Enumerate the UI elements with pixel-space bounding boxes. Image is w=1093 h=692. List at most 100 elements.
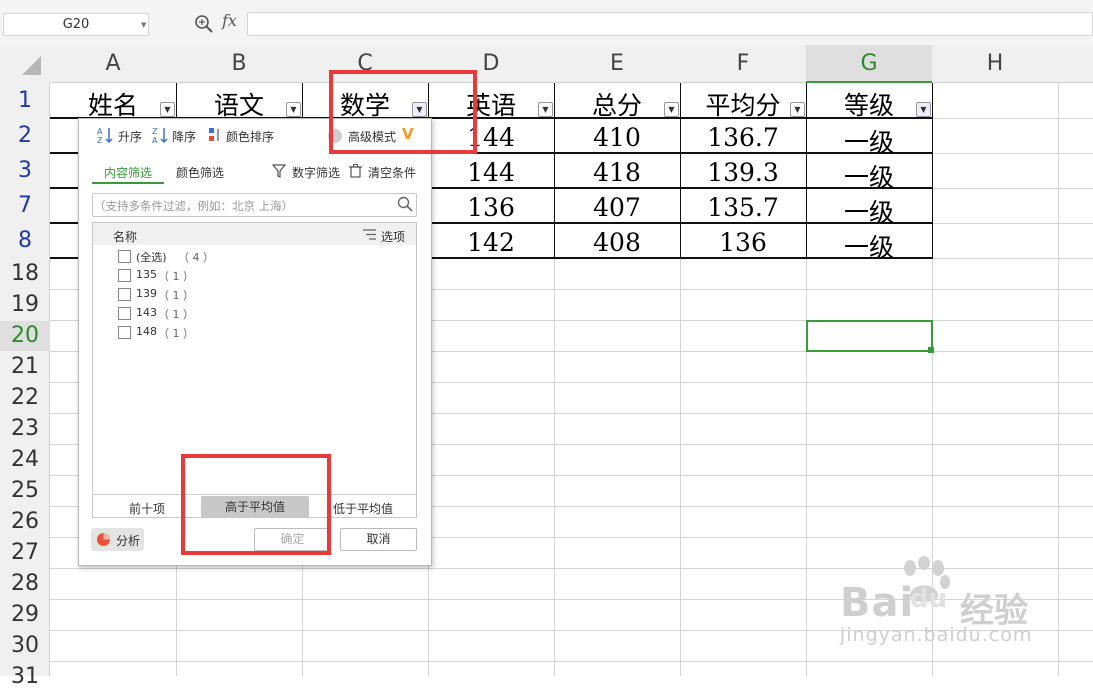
column-header-h[interactable]: H [932, 45, 1058, 83]
list-item-label[interactable]: 143 [136, 306, 157, 319]
list-item-label[interactable]: 148 [136, 325, 157, 338]
list-item-count: （ 1 ） [158, 327, 194, 340]
analyze-label[interactable]: 分析 [116, 532, 140, 549]
fx-icon[interactable]: fx [222, 11, 237, 30]
row-header[interactable]: 29 [0, 600, 50, 630]
formula-input[interactable] [247, 12, 1093, 36]
sort-ascending-button[interactable]: 升序 [118, 128, 142, 145]
header-cell-total[interactable]: 总分 [554, 86, 680, 122]
column-header-g[interactable]: G [806, 45, 932, 83]
table-cell[interactable]: 一级 [806, 193, 932, 229]
checkbox-item[interactable] [118, 269, 131, 282]
pie-chart-icon[interactable] [96, 532, 111, 547]
list-item-count: （ 1 ） [158, 270, 194, 283]
header-cell-average[interactable]: 平均分 [680, 86, 806, 122]
sort-descending-button[interactable]: 降序 [172, 128, 196, 145]
row-header[interactable]: 26 [0, 507, 50, 537]
table-cell[interactable]: 136 [680, 228, 806, 257]
row-header[interactable]: 25 [0, 476, 50, 506]
list-item-count: （ 1 ） [158, 308, 194, 321]
table-cell[interactable]: 一级 [806, 158, 932, 194]
options-icon[interactable] [363, 229, 376, 240]
row-header[interactable]: 23 [0, 414, 50, 444]
list-item-count: （ 1 ） [158, 289, 194, 302]
table-cell[interactable]: 144 [428, 158, 554, 187]
column-header-a[interactable]: A [50, 45, 176, 83]
svg-text:Z: Z [97, 136, 103, 144]
table-cell[interactable]: 408 [554, 228, 680, 257]
filter-dropdown-icon[interactable]: ▼ [664, 102, 679, 117]
checkbox-item[interactable] [118, 288, 131, 301]
row-header[interactable]: 19 [0, 290, 50, 320]
row-header[interactable]: 27 [0, 538, 50, 568]
row-header[interactable]: 2 [0, 119, 50, 153]
search-placeholder: （支持多条件过滤，例如：北京 上海） [94, 199, 294, 213]
filter-dropdown-icon[interactable]: ▼ [790, 102, 805, 117]
header-cell-name[interactable]: 姓名 [50, 86, 176, 122]
active-tab-underline [92, 182, 164, 184]
row-header[interactable]: 31 [0, 662, 50, 692]
name-box[interactable]: G20 [3, 13, 149, 36]
table-cell[interactable]: 136.7 [680, 123, 806, 152]
checkbox-item[interactable] [118, 326, 131, 339]
row-header[interactable]: 22 [0, 383, 50, 413]
table-cell[interactable]: 142 [428, 228, 554, 257]
list-item-label[interactable]: 135 [136, 268, 157, 281]
row-header[interactable]: 28 [0, 569, 50, 599]
column-header-b[interactable]: B [176, 45, 302, 83]
row-header[interactable]: 8 [0, 224, 50, 258]
checkbox-select-all[interactable] [118, 250, 131, 263]
clear-conditions-button[interactable]: 清空条件 [368, 164, 416, 181]
column-header-f[interactable]: F [680, 45, 806, 83]
table-cell[interactable]: 410 [554, 123, 680, 152]
filter-dropdown-icon[interactable]: ▼ [286, 102, 301, 117]
select-all-icon[interactable] [22, 56, 41, 75]
highlight-box-math-filter [329, 70, 477, 154]
number-filter-icon[interactable] [272, 164, 286, 178]
options-button[interactable]: 选项 [381, 228, 405, 245]
sort-ascending-icon[interactable]: A Z [97, 126, 115, 144]
header-cell-grade[interactable]: 等级 [806, 86, 932, 122]
list-item-label[interactable]: (全选) [136, 249, 167, 265]
list-item-count: （ 4 ） [178, 251, 214, 264]
row-header[interactable]: 24 [0, 445, 50, 475]
list-item-label[interactable]: 139 [136, 287, 157, 300]
svg-text:Z: Z [152, 127, 158, 136]
row-header[interactable]: 21 [0, 352, 50, 382]
number-filter-button[interactable]: 数字筛选 [292, 164, 340, 181]
table-cell[interactable]: 407 [554, 193, 680, 222]
table-cell[interactable]: 一级 [806, 228, 932, 264]
row-header[interactable]: 30 [0, 631, 50, 661]
watermark-brand: Bai [840, 580, 915, 626]
column-header-e[interactable]: E [554, 45, 680, 83]
table-cell[interactable]: 136 [428, 193, 554, 222]
active-cell-selection[interactable] [806, 320, 933, 352]
table-cell[interactable]: 418 [554, 158, 680, 187]
name-box-dropdown-icon[interactable]: ▼ [141, 21, 146, 29]
cancel-button[interactable]: 取消 [340, 528, 417, 551]
table-cell[interactable]: 135.7 [680, 193, 806, 222]
row-header[interactable]: 18 [0, 259, 50, 289]
table-cell[interactable]: 139.3 [680, 158, 806, 187]
sort-descending-icon[interactable]: Z A [152, 126, 170, 144]
filter-active-icon[interactable]: ▼ [916, 102, 931, 117]
zoom-formula-icon[interactable] [194, 14, 214, 34]
filter-dropdown-icon[interactable]: ▼ [538, 102, 553, 117]
tab-color-filter[interactable]: 颜色筛选 [176, 164, 224, 181]
filter-dropdown-icon[interactable]: ▼ [160, 102, 175, 117]
grid-line [1058, 45, 1059, 676]
row-header[interactable]: 7 [0, 189, 50, 223]
search-icon[interactable] [397, 196, 413, 212]
tab-content-filter[interactable]: 内容筛选 [104, 164, 152, 181]
color-sort-button[interactable]: 颜色排序 [226, 128, 274, 145]
fill-handle[interactable] [928, 347, 934, 353]
color-sort-icon[interactable] [208, 127, 222, 143]
table-cell[interactable]: 一级 [806, 123, 932, 159]
grid-line [0, 661, 1093, 662]
row-header[interactable]: 1 [0, 84, 50, 118]
header-cell-chinese[interactable]: 语文 [176, 86, 302, 122]
row-header[interactable]: 3 [0, 154, 50, 188]
trash-icon[interactable] [349, 164, 362, 178]
checkbox-item[interactable] [118, 307, 131, 320]
row-header-active[interactable]: 20 [0, 321, 50, 351]
